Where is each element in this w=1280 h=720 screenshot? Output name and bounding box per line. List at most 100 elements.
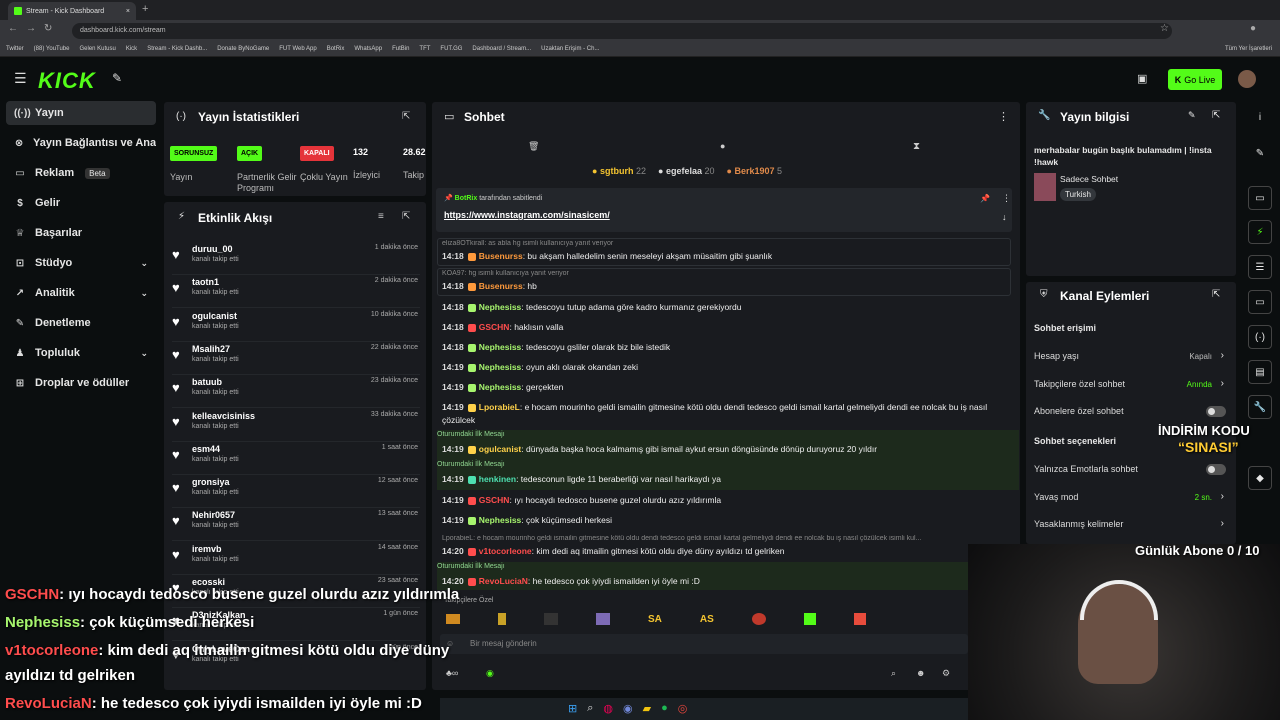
close-tab-icon[interactable]: ×: [126, 8, 130, 15]
wrench-icon[interactable]: 🔧: [1248, 395, 1272, 419]
follower-name[interactable]: duruu_00: [192, 244, 233, 254]
expand-icon[interactable]: ⇱: [402, 211, 410, 222]
bookmark-item[interactable]: BotRix: [327, 46, 345, 52]
channel-setting-row[interactable]: Yalnızca Emotlarla sohbet: [1034, 462, 1226, 478]
top-chatter[interactable]: ● Berk1907 5: [727, 166, 783, 176]
chat-message[interactable]: 14:18 GSCHN: haklısın valla: [442, 321, 1008, 334]
folder-icon[interactable]: ▰: [643, 702, 651, 715]
emote-icon[interactable]: [498, 613, 506, 625]
pinned-link[interactable]: https://www.instagram.com/sinasicem/: [444, 210, 610, 220]
chat-message[interactable]: 14:19 Nephesiss: gerçekten: [442, 381, 1008, 394]
bookmark-item[interactable]: (88) YouTube: [34, 46, 70, 52]
expand-icon[interactable]: ⇱: [402, 111, 410, 122]
collapse-icon[interactable]: ↓: [1002, 212, 1007, 222]
chat-username[interactable]: Nephesiss: [479, 302, 522, 312]
chat-username[interactable]: GSCHN: [479, 322, 510, 332]
search-icon[interactable]: ⌕: [891, 668, 896, 679]
bookmark-item[interactable]: Kick: [126, 46, 137, 52]
follower-name[interactable]: esm44: [192, 444, 220, 454]
sidebar-item-7[interactable]: ✎ Denetleme: [6, 311, 156, 335]
chat-message[interactable]: 14:19 Nephesiss: çok küçümsedi herkesi: [442, 514, 1008, 527]
profile-icon[interactable]: ●: [1250, 23, 1256, 34]
bookmark-item[interactable]: FutBin: [392, 46, 409, 52]
emote-sa[interactable]: SA: [648, 614, 662, 625]
bookmark-item[interactable]: Dashboard / Stream...: [472, 46, 531, 52]
hourglass-icon[interactable]: ⧗: [913, 141, 920, 152]
follower-name[interactable]: iremvb: [192, 544, 222, 554]
top-chatter[interactable]: ● sgtburh 22: [592, 166, 646, 176]
emote-icon[interactable]: [751, 613, 766, 625]
app-icon[interactable]: ◍: [603, 702, 613, 715]
follower-name[interactable]: taotn1: [192, 277, 219, 287]
discord-icon[interactable]: ◉: [623, 702, 633, 715]
chat-username[interactable]: Busenurss: [479, 281, 523, 291]
filter-icon[interactable]: ≡: [378, 211, 384, 222]
chat-bubble-icon[interactable]: ●: [720, 141, 725, 151]
sidebar-item-3[interactable]: $ Gelir: [6, 191, 156, 215]
emote-picker-icon[interactable]: ☻: [916, 668, 925, 678]
follower-name[interactable]: Msalih27: [192, 344, 230, 354]
edit-icon[interactable]: ✎: [1248, 141, 1272, 165]
chat-message[interactable]: 14:20 RevoLuciaN: he tedesco çok iyiydi i…: [442, 575, 1008, 588]
tools-icon[interactable]: ✎: [112, 71, 122, 85]
gear-icon[interactable]: ⚙: [942, 668, 950, 679]
category-name[interactable]: Sadece Sohbet: [1060, 174, 1118, 184]
chat-username[interactable]: LporabieL: [479, 402, 520, 412]
follower-name[interactable]: batuub: [192, 377, 222, 387]
more-options-icon[interactable]: ⋮: [998, 110, 1009, 123]
new-tab-icon[interactable]: +: [142, 3, 148, 15]
avatar[interactable]: [1238, 70, 1256, 88]
emote-icon[interactable]: [596, 613, 610, 625]
edit-icon[interactable]: ✎: [1188, 110, 1196, 121]
channel-setting-row[interactable]: Yasaklanmış kelimeler ›: [1034, 517, 1226, 533]
search-icon[interactable]: ⌕: [587, 702, 593, 715]
sidebar-item-0[interactable]: ((·)) Yayın: [6, 101, 156, 125]
archive-icon[interactable]: ▤: [1248, 360, 1272, 384]
channel-setting-row[interactable]: Yavaş mod 2 sn. ›: [1034, 490, 1226, 506]
chat-message[interactable]: 14:19 LporabieL: e hocam mourinho geldi i…: [442, 401, 1008, 427]
channel-setting-row[interactable]: Takipçilere özel sohbet Anında ›: [1034, 377, 1226, 393]
emote-icon[interactable]: [803, 613, 816, 625]
toggle-switch[interactable]: [1206, 464, 1226, 475]
url-field[interactable]: dashboard.kick.com/stream: [72, 23, 1172, 39]
follower-name[interactable]: gronsiya: [192, 477, 230, 487]
emote-icon[interactable]: [544, 613, 558, 625]
chat-username[interactable]: Nephesiss: [479, 382, 522, 392]
chat-users-icon[interactable]: ♣∞: [446, 668, 458, 678]
reload-icon[interactable]: ↻: [44, 23, 52, 34]
message-input[interactable]: ☺ Bir mesaj gönderin: [440, 634, 968, 654]
chat-message[interactable]: 14:19 Nephesiss: oyun aklı olarak okandan…: [442, 361, 1008, 374]
chat-username[interactable]: RevoLuciaN: [479, 576, 528, 586]
sidebar-item-1[interactable]: ⊗ Yayın Bağlantısı ve Anahtarı: [6, 131, 156, 155]
bookmark-item[interactable]: TFT: [419, 46, 430, 52]
browser-tab[interactable]: Stream - Kick Dashboard ×: [8, 2, 136, 20]
chat-username[interactable]: Nephesiss: [479, 362, 522, 372]
bookmark-item[interactable]: FUT Web App: [279, 46, 316, 52]
back-icon[interactable]: ←: [8, 23, 18, 34]
camera-icon[interactable]: ▣: [1137, 72, 1147, 85]
sidebar-item-6[interactable]: ↗ Analitik ⌄: [6, 281, 156, 305]
broadcast-icon[interactable]: (·): [1248, 325, 1272, 349]
kick-logo[interactable]: KICK: [38, 68, 96, 94]
trash-icon[interactable]: 🗑: [528, 141, 539, 152]
panel-icon[interactable]: ▭: [1248, 186, 1272, 210]
emote-as[interactable]: AS: [700, 614, 714, 625]
toggle-switch[interactable]: [1206, 406, 1226, 417]
bookmark-item[interactable]: WhatsApp: [354, 46, 382, 52]
menu-icon[interactable]: ☰: [14, 70, 27, 87]
chrome-icon[interactable]: ◎: [678, 702, 688, 715]
kick-circle-icon[interactable]: ◉: [486, 668, 494, 679]
top-chatter[interactable]: ● egefelaa 20: [658, 166, 715, 176]
bookmark-item[interactable]: Gelen Kutusu: [79, 46, 115, 52]
pinned-more-icon[interactable]: ⋮: [1002, 193, 1011, 204]
follower-name[interactable]: kelleavcisiniss: [192, 411, 255, 421]
expand-icon[interactable]: ⇱: [1212, 289, 1220, 300]
windows-start-icon[interactable]: ⊞: [568, 702, 577, 715]
chat-username[interactable]: henkinen: [479, 474, 516, 484]
sidebar-item-2[interactable]: ▭ Reklam Beta: [6, 161, 156, 185]
chat-message[interactable]: 14:18 Nephesiss: tedescoyu gsliler olarak…: [442, 341, 1008, 354]
unpin-icon[interactable]: 📌: [980, 194, 990, 203]
expand-icon[interactable]: ⇱: [1212, 110, 1220, 121]
info-icon[interactable]: i: [1248, 105, 1272, 129]
chat-username[interactable]: GSCHN: [479, 495, 510, 505]
